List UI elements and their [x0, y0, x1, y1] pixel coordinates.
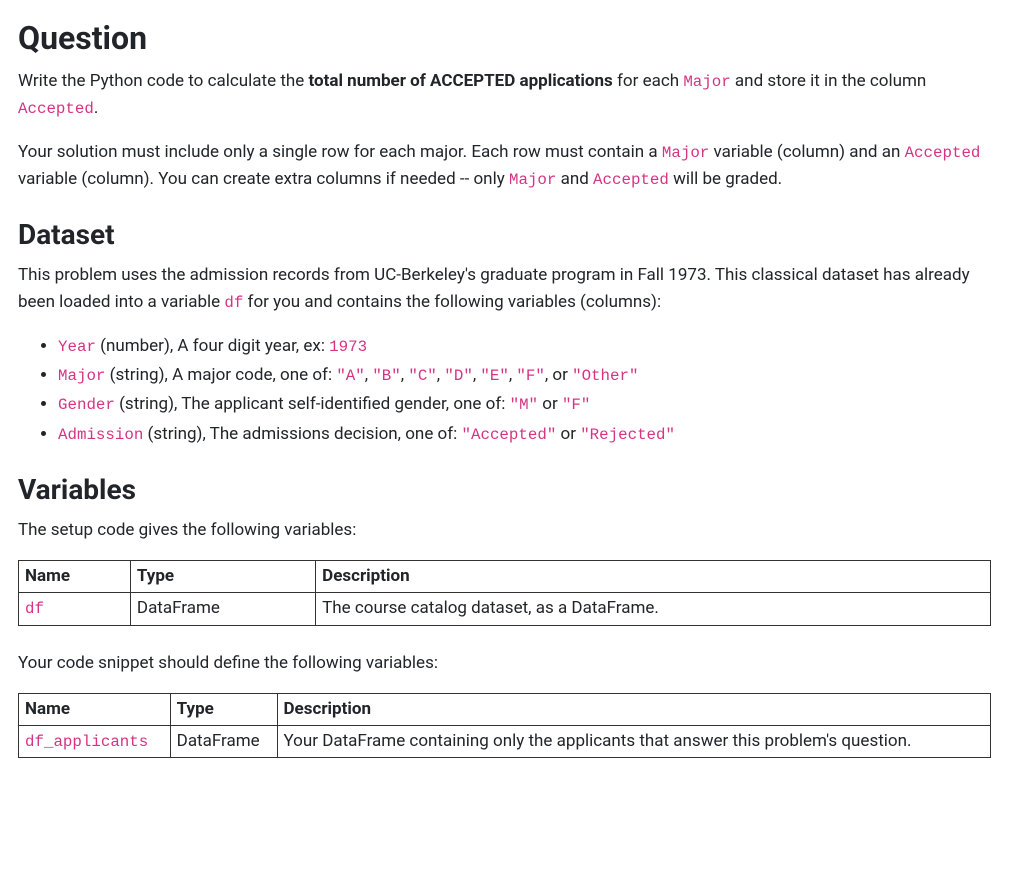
- code-val: "D": [444, 367, 472, 385]
- text: for each: [613, 71, 684, 91]
- code-year: Year: [58, 338, 96, 356]
- code-major: Major: [509, 171, 556, 189]
- cell-name: df: [19, 593, 131, 625]
- text: (string), The admissions decision, one o…: [143, 424, 461, 444]
- col-description: Description: [277, 693, 991, 725]
- dataset-columns-list: Year (number), A four digit year, ex: 19…: [18, 333, 991, 448]
- code-val: "Accepted": [462, 426, 557, 444]
- text: (string), A major code, one of:: [105, 365, 336, 385]
- text: variable (column) and an: [709, 142, 904, 162]
- text: (number), A four digit year, ex:: [96, 336, 329, 356]
- bold-phrase: total number of ACCEPTED applications: [308, 71, 612, 91]
- code-accepted: Accepted: [18, 100, 94, 118]
- variables-lead-1: The setup code gives the following varia…: [18, 517, 991, 544]
- col-name: Name: [19, 693, 171, 725]
- text: , or: [545, 365, 572, 385]
- variables-lead-2: Your code snippet should define the foll…: [18, 650, 991, 677]
- code-year-ex: 1973: [329, 338, 367, 356]
- cell-description: The course catalog dataset, as a DataFra…: [316, 593, 991, 625]
- code-df: df: [25, 600, 44, 618]
- dataset-paragraph: This problem uses the admission records …: [18, 262, 991, 316]
- code-admission: Admission: [58, 426, 143, 444]
- list-item: Admission (string), The admissions decis…: [58, 421, 991, 448]
- table-header-row: Name Type Description: [19, 693, 991, 725]
- code-major: Major: [683, 73, 730, 91]
- text: or: [556, 424, 580, 444]
- text: .: [94, 98, 98, 118]
- text: and store it in the column: [731, 71, 927, 91]
- code-val: "F": [562, 396, 590, 414]
- code-major: Major: [662, 144, 709, 162]
- cell-description: Your DataFrame containing only the appli…: [277, 725, 991, 757]
- code-val: "C": [408, 367, 436, 385]
- question-paragraph-1: Write the Python code to calculate the t…: [18, 68, 991, 123]
- text: will be graded.: [669, 169, 782, 189]
- code-val: "E": [480, 367, 508, 385]
- list-item: Gender (string), The applicant self-iden…: [58, 391, 991, 418]
- given-variables-table: Name Type Description df DataFrame The c…: [18, 560, 991, 625]
- code-val: "F": [516, 367, 544, 385]
- code-val: "B": [372, 367, 400, 385]
- col-type: Type: [170, 693, 277, 725]
- code-accepted: Accepted: [593, 171, 669, 189]
- code-val: "Rejected": [580, 426, 675, 444]
- text: (string), The applicant self-identified …: [115, 394, 510, 414]
- cell-type: DataFrame: [130, 593, 315, 625]
- define-variables-table: Name Type Description df_applicants Data…: [18, 693, 991, 758]
- table-row: df DataFrame The course catalog dataset,…: [19, 593, 991, 625]
- text: and: [556, 169, 593, 189]
- text: Your solution must include only a single…: [18, 142, 662, 162]
- table-header-row: Name Type Description: [19, 561, 991, 593]
- col-name: Name: [19, 561, 131, 593]
- code-gender: Gender: [58, 396, 115, 414]
- dataset-heading: Dataset: [18, 217, 991, 252]
- code-val: "Other": [572, 367, 638, 385]
- col-type: Type: [130, 561, 315, 593]
- text: variable (column). You can create extra …: [18, 169, 509, 189]
- table-row: df_applicants DataFrame Your DataFrame c…: [19, 725, 991, 757]
- text: Write the Python code to calculate the: [18, 71, 308, 91]
- variables-heading: Variables: [18, 472, 991, 507]
- code-val: "A": [336, 367, 364, 385]
- cell-name: df_applicants: [19, 725, 171, 757]
- code-df: df: [224, 294, 243, 312]
- col-description: Description: [316, 561, 991, 593]
- code-accepted: Accepted: [905, 144, 981, 162]
- text: or: [538, 394, 562, 414]
- code-major: Major: [58, 367, 105, 385]
- cell-type: DataFrame: [170, 725, 277, 757]
- question-heading: Question: [18, 18, 991, 58]
- code-val: "M": [510, 396, 538, 414]
- list-item: Major (string), A major code, one of: "A…: [58, 362, 991, 389]
- text: for you and contains the following varia…: [243, 292, 661, 312]
- code-df-applicants: df_applicants: [25, 733, 148, 751]
- question-paragraph-2: Your solution must include only a single…: [18, 139, 991, 194]
- list-item: Year (number), A four digit year, ex: 19…: [58, 333, 991, 360]
